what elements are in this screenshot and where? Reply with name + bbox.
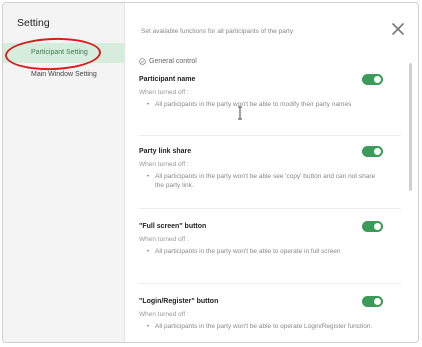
- divider: [139, 135, 401, 136]
- settings-content: General control Participant name When tu…: [126, 45, 411, 342]
- setting-when-off: When turned off :: [139, 161, 189, 168]
- settings-dialog: Setting Participant Setting Main Window …: [2, 2, 419, 343]
- setting-title: Participant name: [139, 76, 196, 83]
- sidebar-title: Setting: [17, 17, 50, 29]
- setting-when-off: When turned off :: [139, 89, 189, 96]
- login-register-toggle[interactable]: [362, 296, 383, 307]
- section-header: General control: [139, 58, 197, 65]
- shield-icon: [139, 58, 146, 65]
- toggle-knob: [374, 298, 381, 305]
- toggle-knob: [374, 223, 381, 230]
- close-button[interactable]: [391, 22, 405, 36]
- setting-title: "Full screen" button: [139, 223, 207, 230]
- close-icon: [392, 23, 404, 35]
- toggle-knob: [374, 76, 381, 83]
- participant-name-toggle[interactable]: [362, 74, 383, 85]
- setting-title: Party link share: [139, 148, 192, 155]
- text-cursor-icon: [238, 106, 242, 120]
- setting-title: "Login/Register" button: [139, 298, 219, 305]
- setting-detail: All participants in the party won't be a…: [147, 247, 383, 256]
- setting-when-off: When turned off :: [139, 236, 189, 243]
- divider: [139, 208, 401, 209]
- setting-detail: All participants in the party won't be a…: [147, 172, 383, 190]
- divider: [139, 283, 401, 284]
- setting-detail: All participants in the party won't be a…: [147, 100, 383, 109]
- setting-when-off: When turned off :: [139, 311, 189, 318]
- party-link-share-toggle[interactable]: [362, 146, 383, 157]
- setting-detail: All participants in the party won't be a…: [147, 322, 383, 331]
- header-description: Set available functions for all particip…: [141, 28, 294, 35]
- scrollbar-thumb[interactable]: [409, 63, 412, 191]
- full-screen-toggle[interactable]: [362, 221, 383, 232]
- section-title: General control: [149, 58, 197, 65]
- sidebar: Setting Participant Setting Main Window …: [3, 3, 125, 342]
- toggle-knob: [374, 148, 381, 155]
